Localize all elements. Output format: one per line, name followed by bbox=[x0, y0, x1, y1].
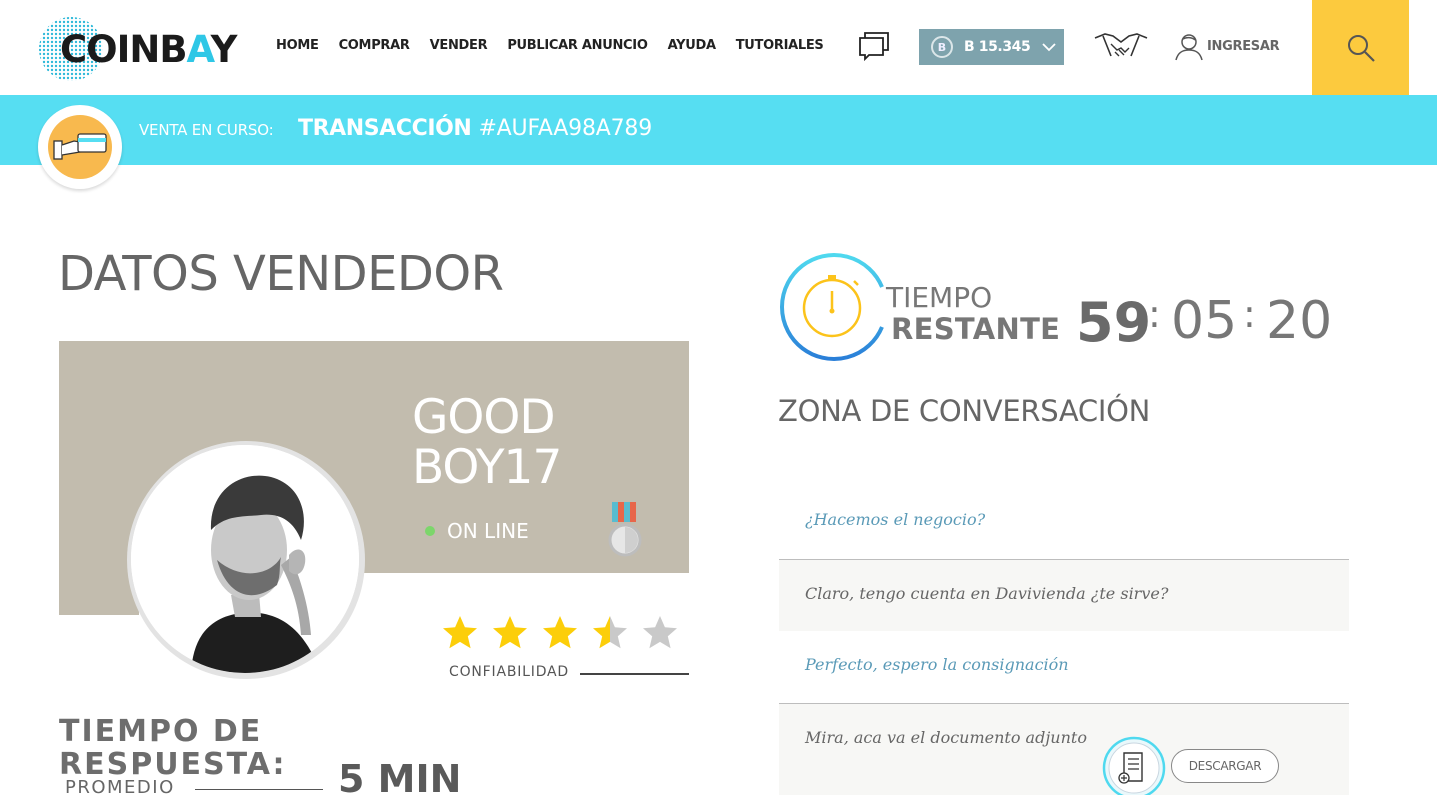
handshake-icon[interactable] bbox=[1093, 30, 1149, 62]
nav-ayuda[interactable]: AYUDA bbox=[668, 38, 716, 53]
coinbay-logo[interactable]: COINBAY bbox=[38, 16, 250, 82]
bitcoin-icon: B bbox=[931, 36, 953, 58]
star-icon bbox=[593, 616, 627, 649]
nav-comprar[interactable]: COMPRAR bbox=[339, 38, 410, 53]
nav-tutoriales[interactable]: TUTORIALES bbox=[736, 38, 824, 53]
vendor-name: GOOD BOY17 bbox=[412, 390, 562, 495]
star-icon bbox=[543, 616, 577, 649]
star-icon bbox=[643, 616, 677, 649]
timer-label-top: TIEMPO bbox=[886, 281, 993, 314]
response-divider bbox=[195, 789, 323, 790]
login-label: INGRESAR bbox=[1207, 38, 1280, 54]
btc-balance-value: B 15.345 bbox=[964, 39, 1031, 55]
reliability-divider bbox=[580, 673, 689, 675]
user-icon bbox=[1175, 34, 1203, 61]
nav-publicar-anuncio[interactable]: PUBLICAR ANUNCIO bbox=[507, 38, 648, 53]
search-button[interactable] bbox=[1312, 0, 1409, 95]
timer-label-bottom: RESTANTE bbox=[891, 312, 1061, 346]
vendor-section-title: DATOS VENDEDOR bbox=[58, 246, 504, 302]
response-avg-label: PROMEDIO bbox=[65, 777, 175, 795]
star-icon bbox=[443, 616, 477, 649]
chat-message: Perfecto, espero la consignación bbox=[779, 631, 1349, 704]
response-time-title: TIEMPO DE RESPUESTA: bbox=[59, 714, 287, 782]
download-button[interactable]: DESCARGAR bbox=[1171, 749, 1279, 783]
nav-home[interactable]: HOME bbox=[276, 38, 319, 53]
top-header: COINBAY HOME COMPRAR VENDER PUBLICAR ANU… bbox=[0, 0, 1437, 95]
reliability-label: CONFIABILIDAD bbox=[449, 664, 569, 680]
chevron-down-icon bbox=[1042, 43, 1057, 52]
star-icon bbox=[493, 616, 527, 649]
nav-vender[interactable]: VENDER bbox=[430, 38, 488, 53]
main-nav: HOME COMPRAR VENDER PUBLICAR ANUNCIO AYU… bbox=[276, 38, 844, 53]
banner-label: VENTA EN CURSO: bbox=[139, 121, 274, 139]
transaction-badge bbox=[38, 105, 122, 189]
chat-message: ¿Hacemos el negocio? bbox=[779, 490, 1349, 559]
logo-wordmark: COINBAY bbox=[60, 28, 237, 71]
card-payment-icon bbox=[53, 133, 107, 160]
timer-separator: : bbox=[1243, 292, 1256, 336]
response-time-value: 5 MIN bbox=[338, 757, 462, 795]
online-status: ON LINE bbox=[425, 519, 529, 543]
status-dot bbox=[425, 526, 435, 536]
medal-icon bbox=[608, 502, 642, 557]
search-icon bbox=[1347, 34, 1375, 62]
vendor-avatar bbox=[131, 445, 359, 673]
vendor-photo bbox=[131, 445, 359, 673]
timer-minutes: 05 bbox=[1171, 291, 1238, 351]
chat-message: Claro, tengo cuenta en Davivienda ¿te si… bbox=[779, 559, 1349, 631]
document-icon[interactable] bbox=[1102, 736, 1166, 795]
conversation-title: ZONA DE CONVERSACIÓN bbox=[778, 394, 1150, 428]
timer-seconds: 20 bbox=[1266, 291, 1333, 351]
btc-balance-dropdown[interactable]: B B 15.345 bbox=[919, 29, 1064, 65]
transaction-id: TRANSACCIÓN #AUFAA98A789 bbox=[298, 116, 653, 141]
timer-hours: 59 bbox=[1076, 291, 1152, 354]
timer-separator: : bbox=[1148, 292, 1161, 336]
login-button[interactable]: INGRESAR bbox=[1174, 31, 1280, 61]
chat-icon[interactable] bbox=[857, 30, 891, 62]
vendor-card-tab bbox=[59, 573, 139, 615]
stopwatch-icon bbox=[780, 253, 884, 361]
rating-stars bbox=[441, 614, 679, 652]
